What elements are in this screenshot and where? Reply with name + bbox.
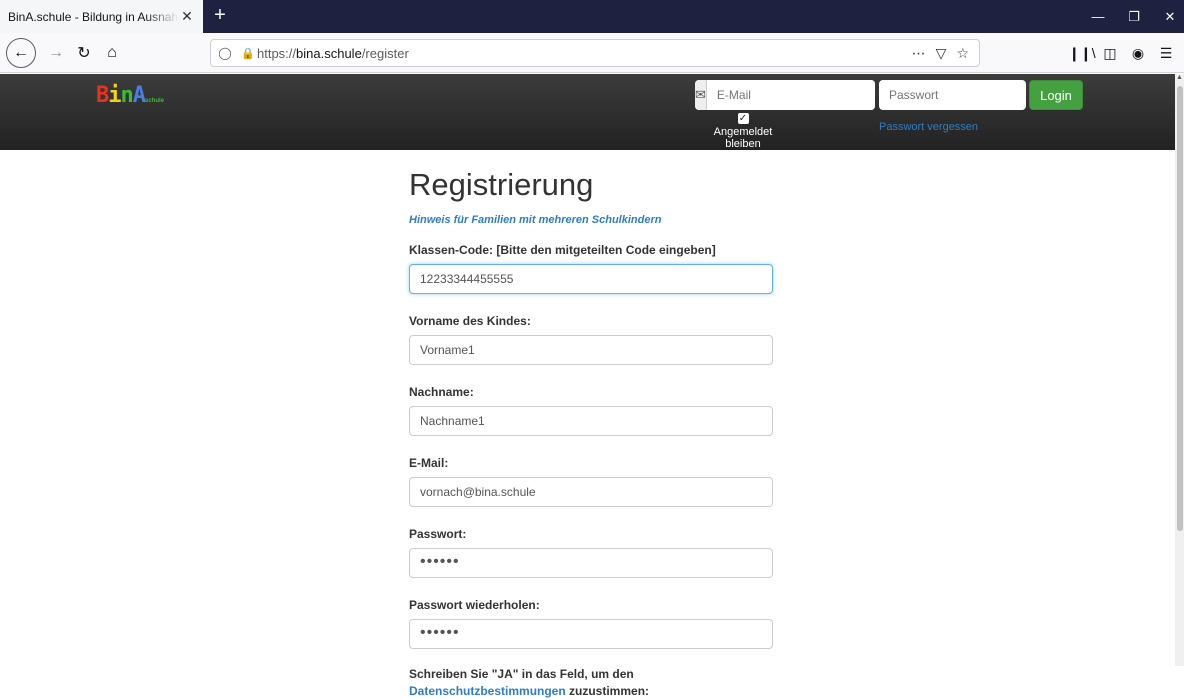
library-icon[interactable]: ❙❙\: [1068, 39, 1096, 67]
password-repeat-label: Passwort wiederholen:: [409, 598, 540, 612]
scroll-up-icon[interactable]: ▲: [1175, 74, 1184, 84]
site-header: BinAschule ✉ Login ✓ Angemeldet bleiben …: [0, 74, 1175, 150]
class-code-label: Klassen-Code: [Bitte den mitgeteilten Co…: [409, 243, 716, 257]
remember-checkbox[interactable]: ✓: [737, 113, 749, 124]
consent-text: Schreiben Sie "JA" in das Feld, um den D…: [409, 667, 650, 698]
class-code-input[interactable]: [409, 264, 773, 294]
restore-icon[interactable]: ❐: [1116, 0, 1152, 33]
minimize-icon[interactable]: —: [1080, 0, 1116, 33]
tab-title: BinA.schule - Bildung in Ausnahmesituati…: [8, 9, 179, 24]
page-title: Registrierung: [409, 167, 594, 202]
forward-icon[interactable]: →: [42, 39, 70, 67]
registration-form: Registrierung Hinweis für Familien mit m…: [409, 166, 775, 700]
forgot-password-link[interactable]: Passwort vergessen: [879, 121, 978, 133]
header-email-group: ✉: [695, 80, 875, 110]
browser-tab[interactable]: BinA.schule - Bildung in Ausnahmesituati…: [0, 0, 203, 33]
tab-close-icon[interactable]: ✕: [179, 8, 195, 25]
first-name-label: Vorname des Kindes:: [409, 314, 531, 328]
password-repeat-input[interactable]: [409, 619, 773, 649]
account-icon[interactable]: ◉: [1124, 39, 1152, 67]
reload-icon[interactable]: ↻: [70, 39, 98, 67]
new-tab-button[interactable]: +: [207, 3, 233, 29]
home-icon[interactable]: ⌂: [98, 39, 126, 67]
more-icon[interactable]: ⋯: [912, 45, 926, 62]
browser-nav-bar: ← → ↻ ⌂ ◯ 🔒 https://bina.schule/register…: [0, 33, 1184, 73]
privacy-policy-link[interactable]: Datenschutzbestimmungen: [409, 684, 566, 698]
site-logo[interactable]: BinAschule: [96, 83, 164, 108]
header-password-input[interactable]: [879, 80, 1026, 110]
shield-icon[interactable]: ◯: [211, 46, 239, 60]
last-name-label: Nachname:: [409, 385, 474, 399]
login-button[interactable]: Login: [1029, 80, 1083, 110]
last-name-input[interactable]: [409, 406, 773, 436]
password-label: Passwort:: [409, 527, 467, 541]
first-name-input[interactable]: [409, 335, 773, 365]
envelope-icon: ✉: [695, 80, 707, 110]
star-icon[interactable]: ☆: [956, 45, 969, 62]
remember-me[interactable]: ✓ Angemeldet bleiben: [695, 113, 791, 150]
url-text[interactable]: https://bina.schule/register: [257, 46, 912, 61]
browser-tab-bar: BinA.schule - Bildung in Ausnahmesituati…: [0, 0, 1184, 33]
header-email-input[interactable]: [706, 80, 875, 110]
close-window-icon[interactable]: ✕: [1152, 0, 1184, 33]
menu-icon[interactable]: ☰: [1152, 39, 1180, 67]
email-label: E-Mail:: [409, 456, 449, 470]
sidebar-icon[interactable]: ◫: [1096, 39, 1124, 67]
url-bar[interactable]: ◯ 🔒 https://bina.schule/register ⋯ ▽ ☆: [210, 39, 980, 67]
scrollbar-thumb[interactable]: [1177, 86, 1183, 531]
password-input[interactable]: [409, 548, 773, 578]
back-icon[interactable]: ←: [6, 38, 36, 68]
remember-label: Angemeldet bleiben: [713, 126, 773, 150]
pocket-icon[interactable]: ▽: [936, 45, 947, 62]
email-input[interactable]: [409, 477, 773, 507]
family-hint-link[interactable]: Hinweis für Familien mit mehreren Schulk…: [409, 214, 775, 226]
lock-icon[interactable]: 🔒: [239, 47, 257, 60]
